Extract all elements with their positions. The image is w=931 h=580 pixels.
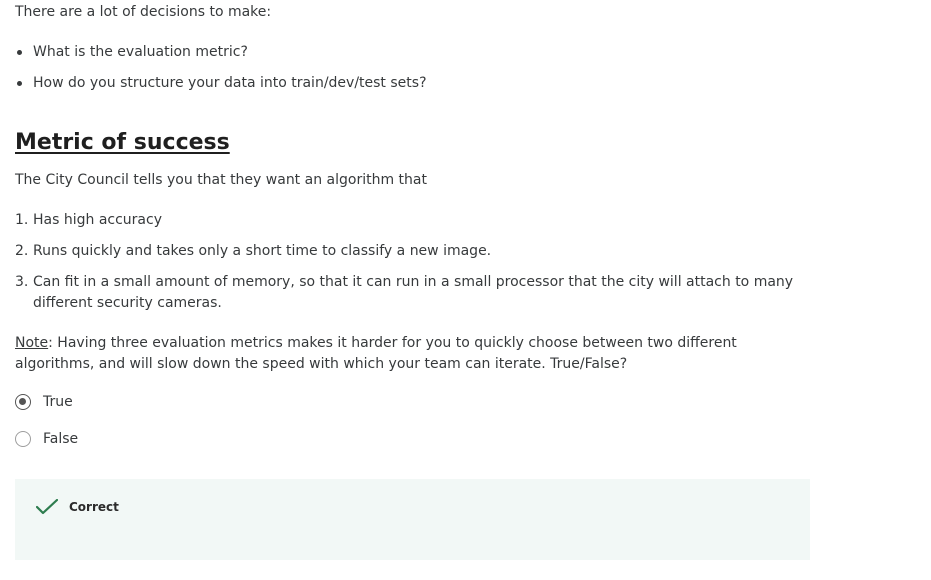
list-number: 1. — [15, 212, 29, 228]
feedback-label: Correct — [69, 500, 119, 514]
intro-text: There are a lot of decisions to make: — [15, 4, 272, 20]
requirements-list: 1. Has high accuracy 2. Runs quickly and… — [15, 210, 805, 324]
list-text: Runs quickly and takes only a short time… — [33, 243, 492, 259]
radio-unselected[interactable] — [15, 431, 31, 447]
list-item: What is the evaluation metric? — [15, 42, 427, 63]
list-item: How do you structure your data into trai… — [15, 73, 427, 94]
decision-list: What is the evaluation metric? How do yo… — [15, 42, 427, 104]
option-label: False — [43, 431, 79, 447]
note-label: Note — [15, 335, 49, 351]
option-true[interactable]: True — [15, 391, 78, 413]
answer-options: True False — [15, 391, 78, 465]
list-text: Has high accuracy — [33, 212, 162, 228]
list-number: 3. — [15, 274, 29, 290]
option-label: True — [43, 394, 73, 410]
section-title: Metric of success — [15, 130, 230, 155]
feedback-panel: Correct — [15, 479, 810, 560]
list-item: 1. Has high accuracy — [15, 210, 805, 231]
option-false[interactable]: False — [15, 428, 78, 450]
list-text: Can fit in a small amount of memory, so … — [33, 274, 794, 311]
question-text: Note: Having three evaluation metrics ma… — [15, 333, 805, 375]
list-number: 2. — [15, 243, 29, 259]
radio-selected[interactable] — [15, 394, 31, 410]
question-body: : Having three evaluation metrics makes … — [15, 335, 737, 372]
check-icon — [35, 498, 59, 519]
list-item: 3. Can fit in a small amount of memory, … — [15, 272, 805, 314]
council-text: The City Council tells you that they wan… — [15, 172, 427, 188]
list-item: 2. Runs quickly and takes only a short t… — [15, 241, 805, 262]
